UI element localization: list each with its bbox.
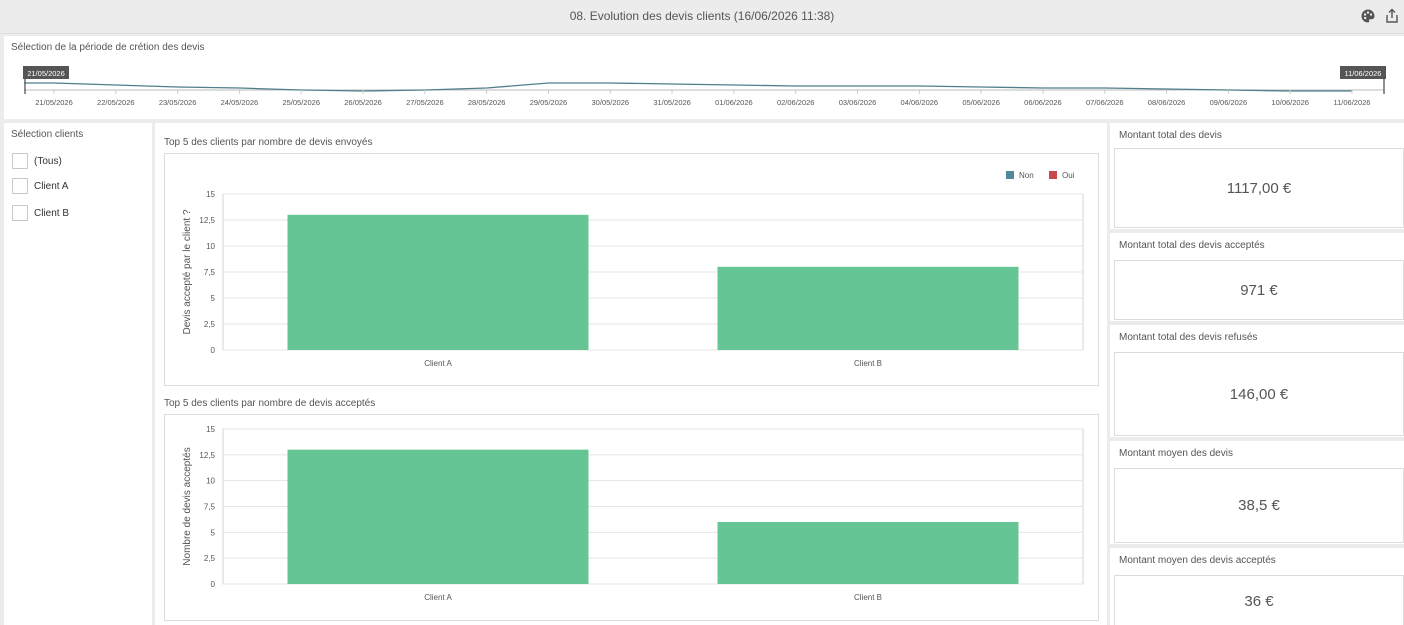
title-bar: 08. Evolution des devis clients (16/06/2… [0, 0, 1404, 34]
bar-client-b[interactable] [717, 266, 1019, 350]
checkbox[interactable] [12, 153, 28, 169]
checkbox[interactable] [12, 178, 28, 194]
timeline-date-label: 08/06/2026 [1148, 98, 1186, 107]
timeline-date-label: 09/06/2026 [1210, 98, 1248, 107]
legend-swatch [1006, 171, 1014, 179]
y-tick-label: 2,5 [204, 554, 216, 563]
timeline-date-label: 21/05/2026 [35, 98, 73, 107]
timeline-date-label: 10/06/2026 [1271, 98, 1309, 107]
y-tick-label: 15 [206, 190, 215, 199]
timeline-date-label: 24/05/2026 [221, 98, 259, 107]
kpi-title: Montant moyen des devis [1119, 448, 1233, 459]
kpi-value: 146,00 € [1229, 385, 1289, 403]
client-option-label: Client A [34, 180, 69, 192]
x-tick-label: Client B [854, 593, 882, 602]
kpi-value-box: 38,5 € [1114, 468, 1404, 543]
kpi-value-box: 146,00 € [1114, 352, 1404, 436]
timeline-date-label: 04/06/2026 [901, 98, 939, 107]
kpi-card-total: Montant total des devis 1117,00 € [1110, 123, 1404, 229]
x-tick-label: Client B [854, 359, 882, 368]
chart-accepted: 0 2,5 5 7,5 10 12,5 15 Nombre de devis acceptés… [164, 414, 1099, 621]
kpi-title: Montant total des devis refusés [1119, 332, 1258, 343]
kpi-card-refused: Montant total des devis refusés 146,00 € [1110, 325, 1404, 437]
kpi-value: 1117,00 € [1226, 179, 1292, 197]
legend-label[interactable]: Oui [1062, 171, 1075, 180]
x-tick-label: Client A [424, 359, 452, 368]
bar-client-a[interactable] [287, 214, 589, 350]
bar-client-a[interactable] [287, 449, 589, 584]
y-tick-label: 0 [211, 346, 216, 355]
clients-filter-title: Sélection clients [11, 129, 84, 140]
timeline-date-label: 06/06/2026 [1024, 98, 1062, 107]
kpi-card-average-accepted: Montant moyen des devis acceptés 36 € [1110, 548, 1404, 625]
y-tick-label: 10 [206, 242, 215, 251]
chart-accepted-svg: 0 2,5 5 7,5 10 12,5 15 Nombre de devis acceptés… [182, 425, 1084, 602]
chart-sent: 0 2,5 5 7,5 10 12,5 15 Devis accepté par le cli… [164, 153, 1099, 386]
kpi-title: Montant moyen des devis acceptés [1119, 555, 1276, 566]
bar-client-b[interactable] [717, 522, 1019, 584]
y-tick-label: 10 [206, 477, 215, 486]
y-tick-label: 12,5 [199, 451, 215, 460]
y-axis-label: Nombre de devis acceptés [182, 447, 193, 565]
legend-label[interactable]: Non [1019, 171, 1034, 180]
y-tick-label: 0 [211, 580, 216, 589]
date-range-selector[interactable]: Sélection de la période de crétion des d… [4, 36, 1404, 119]
kpi-value: 38,5 € [1238, 497, 1280, 514]
timeline-date-label: 31/05/2026 [653, 98, 691, 107]
kpi-card-accepted: Montant total des devis acceptés 971 € [1110, 233, 1404, 321]
y-tick-label: 15 [206, 425, 215, 434]
kpi-value: 971 € [1240, 281, 1278, 299]
chart-sent-svg: 0 2,5 5 7,5 10 12,5 15 Devis accepté par le cli… [182, 171, 1084, 368]
timeline-date-label: 30/05/2026 [592, 98, 630, 107]
timeline-date-label: 25/05/2026 [282, 98, 320, 107]
charts-panel: Top 5 des clients par nombre de devis en… [155, 123, 1107, 625]
timeline-date-label: 28/05/2026 [468, 98, 506, 107]
kpi-value-box: 1117,00 € [1114, 148, 1404, 228]
range-start-label: 21/05/2026 [27, 69, 65, 78]
client-option-client-a[interactable]: Client A [12, 178, 68, 194]
y-tick-label: 12,5 [199, 216, 215, 225]
timeline-date-label: 01/06/2026 [715, 98, 753, 107]
y-tick-label: 5 [211, 528, 216, 537]
timeline-date-label: 07/06/2026 [1086, 98, 1124, 107]
kpi-panel: Montant total des devis 1117,00 € Montan… [1110, 123, 1404, 625]
kpi-title: Montant total des devis [1119, 130, 1222, 141]
client-option-label: (Tous) [34, 155, 62, 167]
timeline-date-label: 05/06/2026 [962, 98, 1000, 107]
client-option-client-b[interactable]: Client B [12, 205, 69, 221]
y-axis-label: Devis accepté par le client ? [182, 209, 193, 335]
timeline-date-label: 03/06/2026 [839, 98, 877, 107]
kpi-value-box: 36 € [1114, 575, 1404, 625]
timeline-date-label: 22/05/2026 [97, 98, 135, 107]
timeline-chart[interactable]: 21/05/2026 22/05/2026 23/05/2026 24/05/2026… [4, 36, 1404, 119]
chart-sent-title: Top 5 des clients par nombre de devis en… [164, 137, 373, 148]
y-tick-label: 5 [211, 294, 216, 303]
clients-filter-panel: Sélection clients (Tous) Client A Client… [4, 123, 152, 625]
client-option-label: Client B [34, 207, 70, 219]
range-end-label: 11/06/2026 [1345, 69, 1382, 78]
kpi-title: Montant total des devis acceptés [1119, 240, 1265, 251]
kpi-card-average: Montant moyen des devis 38,5 € [1110, 441, 1404, 544]
y-tick-label: 7,5 [204, 268, 216, 277]
timeline-date-label: 02/06/2026 [777, 98, 815, 107]
legend-swatch [1049, 171, 1057, 179]
timeline-date-label: 29/05/2026 [530, 98, 568, 107]
y-tick-label: 2,5 [204, 320, 216, 329]
timeline-date-label: 23/05/2026 [159, 98, 197, 107]
kpi-value: 36 € [1244, 592, 1274, 610]
palette-icon[interactable] [1360, 8, 1376, 24]
timeline-date-label: 26/05/2026 [344, 98, 382, 107]
kpi-value-box: 971 € [1114, 260, 1404, 320]
x-tick-label: Client A [424, 593, 452, 602]
y-tick-label: 7,5 [204, 503, 216, 512]
client-option-all[interactable]: (Tous) [12, 153, 62, 169]
export-icon[interactable] [1384, 8, 1400, 24]
timeline-date-label: 11/06/2026 [1334, 98, 1371, 107]
chart-accepted-title: Top 5 des clients par nombre de devis ac… [164, 398, 376, 409]
checkbox[interactable] [12, 205, 28, 221]
timeline-date-label: 27/05/2026 [406, 98, 444, 107]
dashboard-title: 08. Evolution des devis clients (16/06/2… [569, 9, 835, 23]
